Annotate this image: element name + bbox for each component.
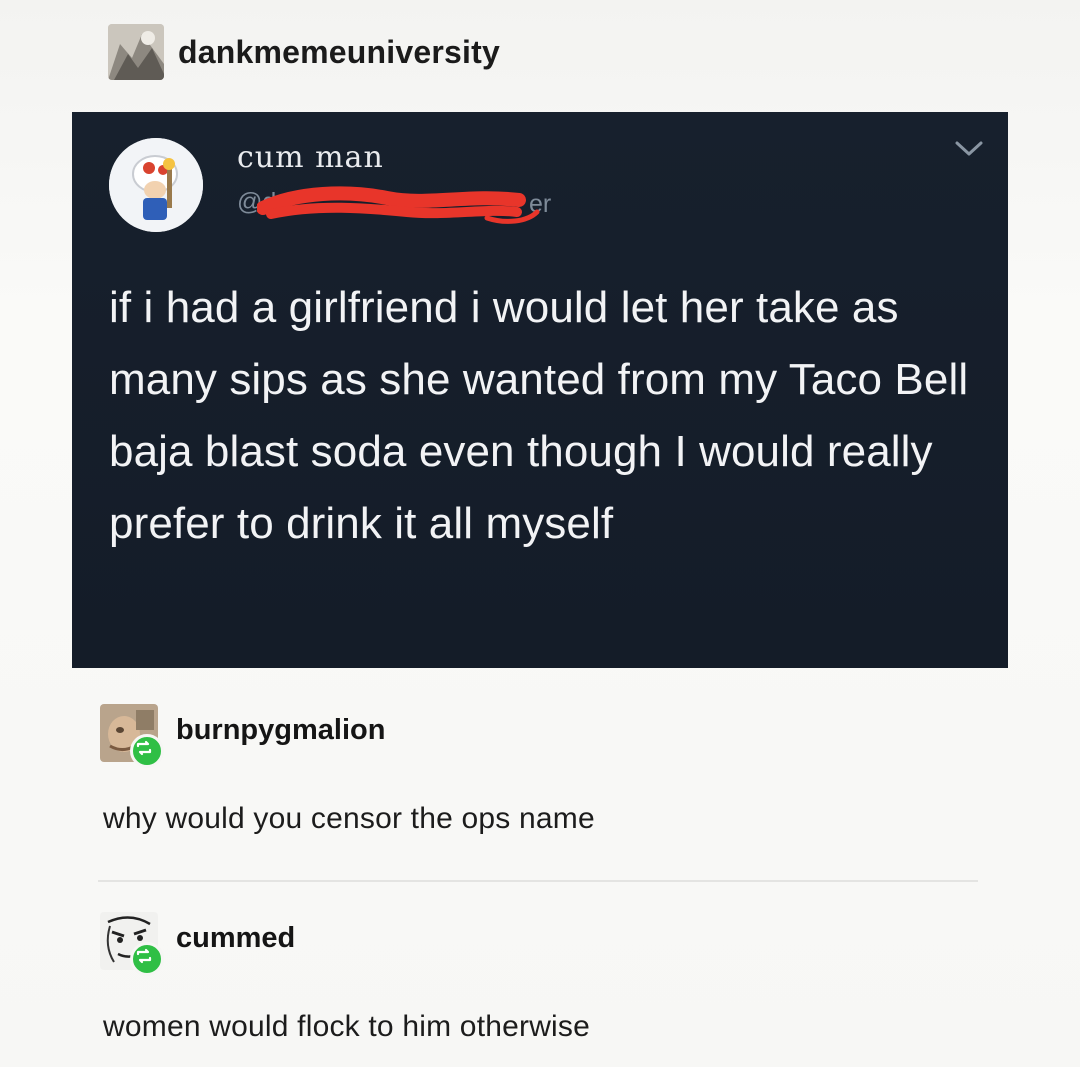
reblog-comment: women would flock to him otherwise	[103, 1010, 591, 1043]
tumblr-post: dankmemeuniversity cum man @d er if i ha…	[0, 0, 1080, 1067]
avatar[interactable]	[100, 704, 164, 768]
reblog-header: cummed	[100, 912, 295, 976]
reblog-icon	[130, 734, 164, 768]
tweet-card: cum man @d er if i had a girlfriend i wo…	[72, 112, 1008, 668]
reblog-username[interactable]: cummed	[176, 922, 295, 955]
reblog-icon	[130, 942, 164, 976]
avatar[interactable]	[108, 24, 164, 80]
reblog-username[interactable]: burnpygmalion	[176, 714, 385, 747]
post-author-username[interactable]: dankmemeuniversity	[178, 34, 500, 71]
photo-avatar-icon	[108, 24, 164, 80]
toad-avatar-icon	[109, 138, 203, 232]
chevron-down-icon[interactable]	[952, 134, 986, 162]
redaction-scribble-icon	[257, 186, 540, 224]
tweet-display-name: cum man	[237, 140, 384, 175]
post-header: dankmemeuniversity	[108, 22, 500, 82]
tweet-text: if i had a girlfriend i would let her ta…	[109, 283, 969, 548]
divider	[98, 880, 978, 882]
reblog-header: burnpygmalion	[100, 704, 385, 768]
tweet-handle: @d er	[237, 186, 551, 224]
tweet-avatar	[109, 138, 203, 232]
reblog-comment: why would you censor the ops name	[103, 802, 595, 835]
avatar[interactable]	[100, 912, 164, 976]
